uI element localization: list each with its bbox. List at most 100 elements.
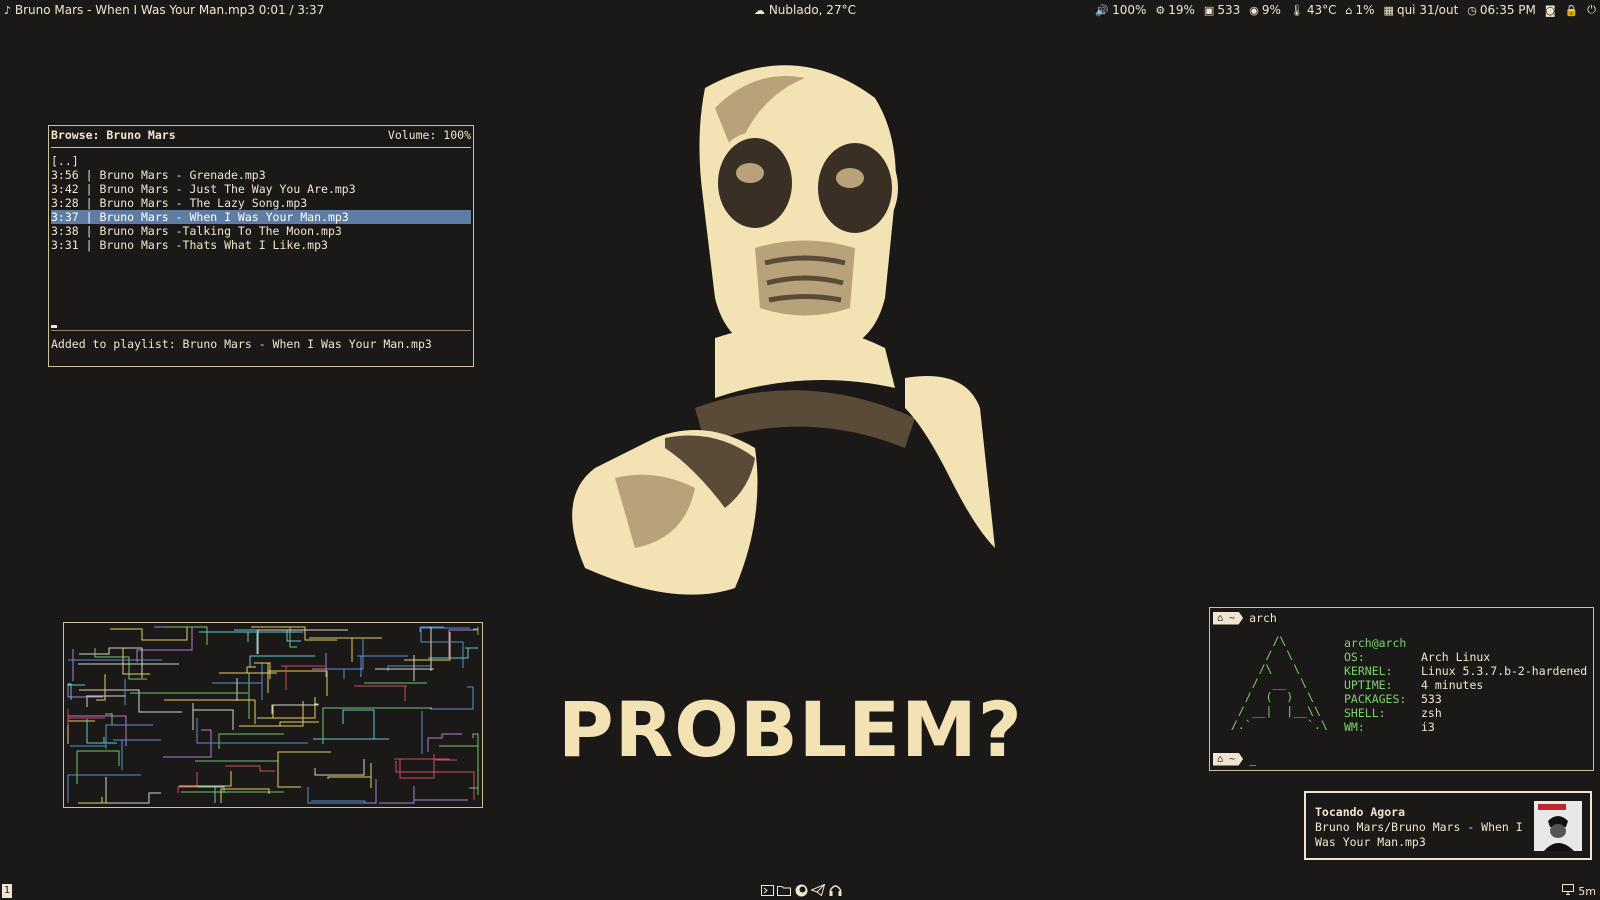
pipes-animation: [67, 626, 479, 804]
volume-label: Volume: 100%: [387, 128, 471, 142]
home-icon: ⌂: [1217, 753, 1224, 765]
song-list-item[interactable]: 3:37 | Bruno Mars - When I Was Your Man.…: [51, 210, 471, 224]
pipe-segment: [67, 720, 95, 744]
pipe-segment: [192, 703, 234, 730]
pipe-segment: [225, 765, 275, 772]
prompt-tag: ⌂ ~: [1213, 611, 1244, 625]
pipe-segment: [399, 754, 435, 779]
pipe-segment: [473, 627, 479, 635]
now-playing-block[interactable]: ♪ Bruno Mars - When I Was Your Man.mp3 0…: [4, 3, 324, 17]
pipe-segment: [472, 733, 479, 743]
pipe-segment: [420, 626, 464, 668]
parent-directory-item[interactable]: [..]: [51, 154, 471, 168]
bottom-bar: 1 5m: [0, 880, 1600, 900]
pipe-segment: [309, 637, 382, 662]
info-value: 4 minutes: [1421, 678, 1484, 692]
lock-button[interactable]: 🔒: [1565, 3, 1579, 17]
app-dock: [760, 883, 842, 897]
pipe-segment: [78, 797, 126, 804]
pipe-segment: [220, 788, 270, 803]
folder-icon[interactable]: [777, 883, 791, 897]
pipe-segment: [189, 786, 225, 803]
arch-ascii-logo: /\ / \ /\ \ / __ \ / ( ) \ / __| |__\\ /…: [1230, 634, 1328, 732]
clock-indicator[interactable]: ◷ 06:35 PM: [1467, 3, 1536, 17]
power-icon: ⏻: [1587, 3, 1596, 16]
gas-mask-wallpaper: [572, 65, 995, 595]
pipe-segment: [257, 697, 316, 719]
weather-text: Nublado, 27°C: [768, 3, 856, 17]
pipe-segment: [218, 733, 284, 749]
weather-block[interactable]: ☁ Nublado, 27°C: [754, 3, 856, 17]
telegram-icon[interactable]: [811, 883, 825, 897]
song-list-item[interactable]: 3:38 | Bruno Mars -Talking To The Moon.m…: [51, 224, 471, 238]
right-eye-glint: [836, 168, 864, 188]
pipe-segment: [76, 750, 120, 784]
info-key: PACKAGES:: [1344, 692, 1407, 706]
screenshot-button[interactable]: ◙: [1545, 3, 1556, 17]
music-browser-window[interactable]: Browse: Bruno Mars Volume: 100% [..] 3:5…: [48, 125, 474, 367]
speaker-icon: 🔊: [1095, 3, 1110, 17]
info-value: zsh: [1421, 706, 1442, 720]
time-value: 06:35 PM: [1479, 3, 1536, 17]
song-list: [..] 3:56 | Bruno Mars - Grenade.mp3 3:42…: [51, 154, 471, 252]
lock-icon: 🔒: [1564, 3, 1579, 17]
package-icon: ▣: [1203, 3, 1215, 17]
memory-indicator[interactable]: ◉ 9%: [1249, 3, 1281, 17]
pipe-segment: [395, 761, 475, 800]
home-icon: ⌂: [1345, 3, 1353, 17]
headphones-icon[interactable]: [828, 883, 842, 897]
info-key: SHELL:: [1344, 706, 1386, 720]
song-list-item[interactable]: 3:42 | Bruno Mars - Just The Way You Are…: [51, 182, 471, 196]
info-line: PACKAGES: 533: [1344, 692, 1587, 706]
pipe-segment: [105, 713, 113, 725]
pipe-segment: [281, 665, 325, 690]
info-value: Linux 5.3.7.b-2-hardened: [1421, 664, 1588, 678]
neofetch-terminal-window[interactable]: ⌂ ~ arch /\ / \ /\ \ / __ \ / ( ) \ / __…: [1209, 607, 1594, 771]
pipe-segment: [327, 779, 377, 804]
pipe-segment: [105, 777, 161, 804]
song-list-item[interactable]: 3:31 | Bruno Mars -Thats What I Like.mp3: [51, 238, 471, 252]
power-button[interactable]: ⏻: [1587, 3, 1596, 17]
mask-left-eye: [712, 132, 798, 234]
packages-indicator[interactable]: ▣ 533: [1204, 3, 1240, 17]
status-message: Added to playlist: Bruno Mars - When I W…: [51, 337, 432, 351]
idle-time: 5m: [1578, 884, 1596, 898]
pipe-segment: [307, 787, 366, 804]
volume-indicator[interactable]: 🔊 100%: [1095, 3, 1146, 17]
cpu-indicator[interactable]: ⚙ 19%: [1155, 3, 1195, 17]
disk-indicator[interactable]: ⌂ 1%: [1346, 3, 1375, 17]
pipe-segment: [379, 786, 468, 804]
progress-cursor: [51, 325, 57, 328]
pipe-segment: [404, 632, 451, 661]
pipe-segment: [279, 721, 319, 726]
pipe-segment: [136, 626, 193, 662]
date-indicator[interactable]: ▦ qui 31/out: [1384, 3, 1459, 17]
terminal-icon[interactable]: [760, 883, 774, 897]
now-playing-notification[interactable]: Tocando Agora Bruno Mars/Bruno Mars - Wh…: [1304, 791, 1592, 860]
temperature-indicator[interactable]: 🌡 43°C: [1290, 3, 1337, 17]
song-list-item[interactable]: 3:28 | Bruno Mars - The Lazy Song.mp3: [51, 196, 471, 210]
system-indicators: 🔊 100% ⚙ 19% ▣ 533 ◉ 9% 🌡 43°C ⌂ 1% ▦ qui 31/ou…: [1095, 3, 1596, 17]
info-value: Arch Linux: [1421, 650, 1491, 664]
pipe-segment: [113, 739, 161, 770]
pipe-segment: [199, 631, 256, 642]
active-prompt[interactable]: ⌂ ~ _: [1213, 752, 1256, 766]
user-host: arch@arch: [1344, 636, 1407, 650]
workspace-indicator[interactable]: 1: [2, 884, 12, 898]
idle-indicator[interactable]: 5m: [1562, 884, 1596, 898]
pipe-segment: [427, 733, 462, 752]
left-eye-glint: [736, 163, 764, 183]
pipes-terminal-window[interactable]: [63, 622, 483, 808]
thermometer-icon: 🌡: [1289, 3, 1304, 17]
prompt-tag: ⌂ ~: [1213, 752, 1244, 766]
disk-value: 1%: [1355, 3, 1375, 17]
mask-right-eye: [812, 137, 898, 239]
firefox-icon[interactable]: [794, 883, 808, 897]
info-line: OS: Arch Linux: [1344, 650, 1587, 664]
right-shoulder: [905, 376, 995, 548]
song-list-item[interactable]: 3:56 | Bruno Mars - Grenade.mp3: [51, 168, 471, 182]
pipe-segment: [256, 630, 303, 654]
prompt-dir: ~: [1229, 612, 1236, 624]
pipe-segment: [249, 655, 315, 667]
status-divider: [51, 330, 471, 331]
